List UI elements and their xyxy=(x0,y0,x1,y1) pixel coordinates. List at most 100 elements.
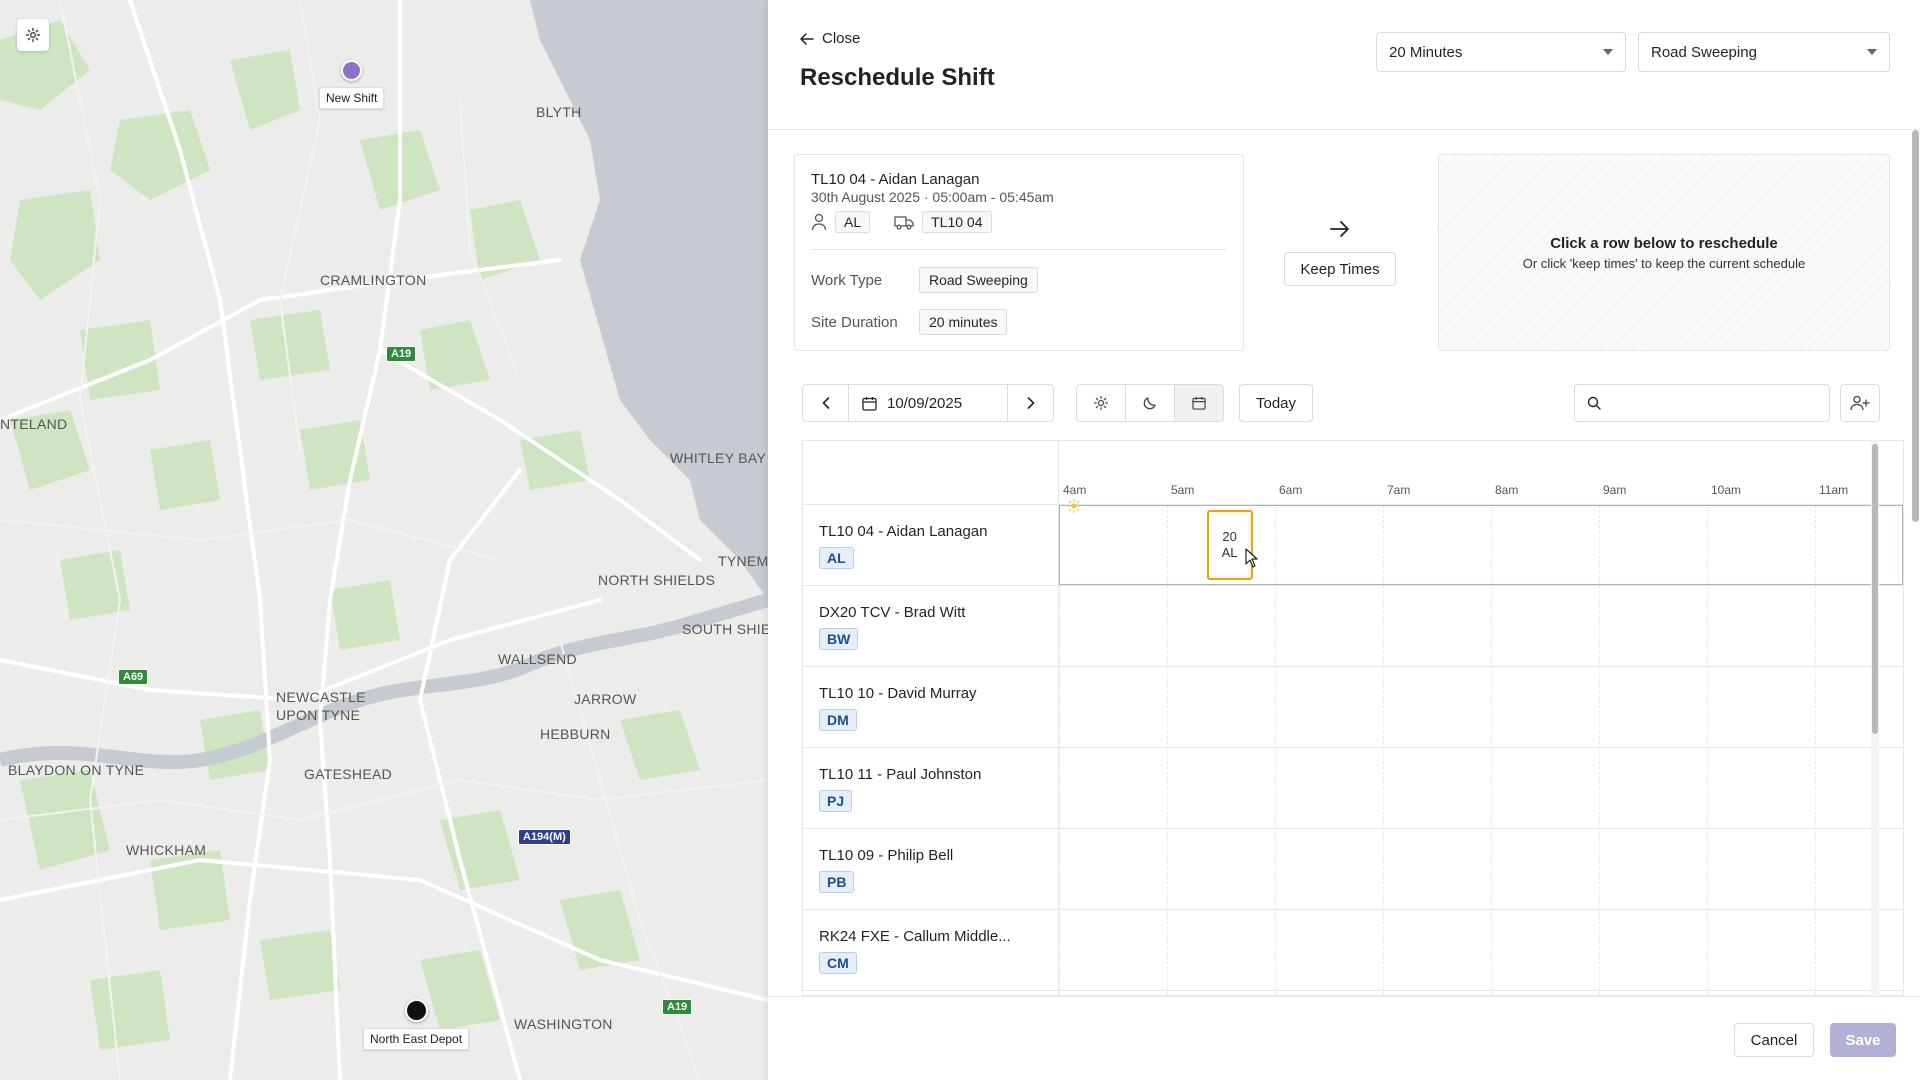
road-shield-a19-south: A19 xyxy=(662,999,693,1015)
search-box[interactable] xyxy=(1574,384,1830,422)
schedule-grid: 4am 5am 6am 7am 8am 9am 10am 11am TL10 04 - Aid… xyxy=(802,440,1904,996)
map-label-blaydon: BLAYDON ON TYNE xyxy=(8,762,145,778)
map-label-wallsend: WALLSEND xyxy=(498,651,577,667)
map-canvas[interactable] xyxy=(0,0,768,1080)
schedule-scrollbar[interactable] xyxy=(1871,440,1879,996)
driver-row-initials: PB xyxy=(819,871,855,893)
info-divider xyxy=(811,249,1227,250)
new-shift-marker[interactable] xyxy=(341,60,362,81)
work-type-select[interactable]: Road Sweeping xyxy=(1638,32,1890,72)
moon-icon xyxy=(1143,397,1156,410)
panel-header: Close Reschedule Shift 20 Minutes Road S… xyxy=(768,0,1920,130)
duration-select-value: 20 Minutes xyxy=(1389,43,1463,61)
driver-row[interactable]: TL10 04 - Aidan Lanagan AL xyxy=(803,505,1903,586)
page-title: Reschedule Shift xyxy=(800,64,995,91)
time-tick-label: 7am xyxy=(1387,483,1411,497)
day-view-button[interactable] xyxy=(1076,384,1126,422)
cancel-button[interactable]: Cancel xyxy=(1734,1023,1814,1057)
driver-row[interactable]: TL10 10 - David Murray DM xyxy=(803,667,1903,748)
time-tick-label: 5am xyxy=(1171,483,1195,497)
map-label-tynemouth: TYNEMO xyxy=(718,553,768,569)
date-value: 10/09/2025 xyxy=(887,394,963,412)
chevron-down-icon xyxy=(1603,49,1613,55)
close-button[interactable]: Close xyxy=(800,30,860,47)
driver-row-name: TL10 11 - Paul Johnston xyxy=(819,766,982,783)
driver-row-initials: AL xyxy=(819,547,854,569)
driver-row[interactable]: RK24 FXE - Callum Middle... CM xyxy=(803,910,1903,991)
driver-row-name: DX20 TCV - Brad Witt xyxy=(819,604,966,621)
arrow-left-icon xyxy=(800,32,814,45)
add-driver-button[interactable] xyxy=(1840,384,1880,422)
mouse-cursor-icon xyxy=(1245,548,1258,568)
driver-row-initials: BW xyxy=(819,628,859,650)
map-label-newcastle-1: NEWCASTLE xyxy=(276,689,366,705)
time-tick-label: 10am xyxy=(1711,483,1742,497)
calendar-view-button[interactable] xyxy=(1174,384,1224,422)
map-settings-button[interactable] xyxy=(17,19,49,51)
depot-marker[interactable] xyxy=(405,999,428,1022)
duration-select[interactable]: 20 Minutes xyxy=(1376,32,1626,72)
chevron-down-icon xyxy=(1867,49,1877,55)
panel-scrollbar-thumb[interactable] xyxy=(1912,130,1919,522)
keep-times-button[interactable]: Keep Times xyxy=(1284,252,1396,286)
today-button[interactable]: Today xyxy=(1239,384,1313,422)
date-picker[interactable]: 10/09/2025 xyxy=(848,384,1008,422)
shift-info-card: TL10 04 - Aidan Lanagan 30th August 2025… xyxy=(794,154,1244,351)
next-day-button[interactable] xyxy=(1007,384,1054,422)
save-button[interactable]: Save xyxy=(1830,1023,1896,1057)
sun-icon xyxy=(1094,396,1108,410)
map-label-south-shields: SOUTH SHIEL xyxy=(682,621,768,637)
map-label-cramlington: CRAMLINGTON xyxy=(320,272,427,288)
driver-row[interactable]: DX20 TCV - Brad Witt BW xyxy=(803,586,1903,667)
sunrise-icon xyxy=(1067,499,1081,513)
chevron-right-icon xyxy=(1027,397,1035,409)
driver-row-name: TL10 09 - Philip Bell xyxy=(819,847,954,864)
time-tick-label: 8am xyxy=(1495,483,1519,497)
driver-row-initials: PJ xyxy=(819,790,853,812)
map-label-north-shields: NORTH SHIELDS xyxy=(598,572,716,588)
depot-label: North East Depot xyxy=(363,1028,470,1050)
time-tick-label: 6am xyxy=(1279,483,1303,497)
keep-times-arrow xyxy=(1284,220,1396,243)
driver-row-initials: CM xyxy=(819,952,857,974)
time-tick-label: 9am xyxy=(1603,483,1627,497)
driver-initials-chip: AL xyxy=(835,211,871,233)
reschedule-hint: Click a row below to reschedule Or click… xyxy=(1438,154,1890,351)
search-input[interactable] xyxy=(1609,395,1809,411)
chevron-left-icon xyxy=(821,397,829,409)
reschedule-panel: Close Reschedule Shift 20 Minutes Road S… xyxy=(768,0,1920,1080)
user-plus-icon xyxy=(1850,395,1870,411)
map-label-blyth: BLYTH xyxy=(536,104,582,120)
driver-row[interactable]: TL10 09 - Philip Bell PB xyxy=(803,829,1903,910)
close-label: Close xyxy=(822,30,861,47)
driver-row-name: TL10 04 - Aidan Lanagan xyxy=(819,523,988,540)
prev-day-button[interactable] xyxy=(802,384,849,422)
map-label-whitley-bay: WHITLEY BAY xyxy=(670,450,767,466)
map-label-jarrow: JARROW xyxy=(574,691,637,707)
road-shield-a19-north: A19 xyxy=(386,346,417,362)
shift-block[interactable]: 20 AL xyxy=(1206,510,1253,580)
road-shield-a69: A69 xyxy=(118,669,149,685)
driver-row[interactable]: TL10 11 - Paul Johnston PJ xyxy=(803,748,1903,829)
arrow-right-icon xyxy=(1330,221,1349,237)
site-duration-label: Site Duration xyxy=(811,313,898,331)
time-tick-label: 4am xyxy=(1063,483,1087,497)
panel-footer: Cancel Save xyxy=(768,996,1920,1080)
map-label-hebburn: HEBBURN xyxy=(540,726,611,742)
shift-block-inner: 20 AL xyxy=(1211,515,1248,575)
new-shift-label: New Shift xyxy=(319,87,385,109)
map[interactable]: BLYTH CRAMLINGTON WHITLEY BAY NTELAND NO… xyxy=(0,0,768,1080)
schedule-scrollbar-thumb[interactable] xyxy=(1872,444,1878,734)
work-type-chip: Road Sweeping xyxy=(919,267,1038,293)
selected-row-timeline[interactable] xyxy=(1059,505,1903,585)
night-view-button[interactable] xyxy=(1125,384,1175,422)
vehicle-chip: TL10 04 xyxy=(922,211,992,233)
truck-icon xyxy=(894,216,914,230)
user-icon xyxy=(811,213,827,231)
shift-datetime: 30th August 2025 · 05:00am - 05:45am xyxy=(811,189,1054,205)
map-label-gateshead: GATESHEAD xyxy=(304,766,393,782)
map-label-ponteland: NTELAND xyxy=(0,416,68,432)
site-duration-chip: 20 minutes xyxy=(919,309,1008,335)
panel-scrollbar[interactable] xyxy=(1911,130,1920,1000)
work-type-label: Work Type xyxy=(811,271,883,289)
